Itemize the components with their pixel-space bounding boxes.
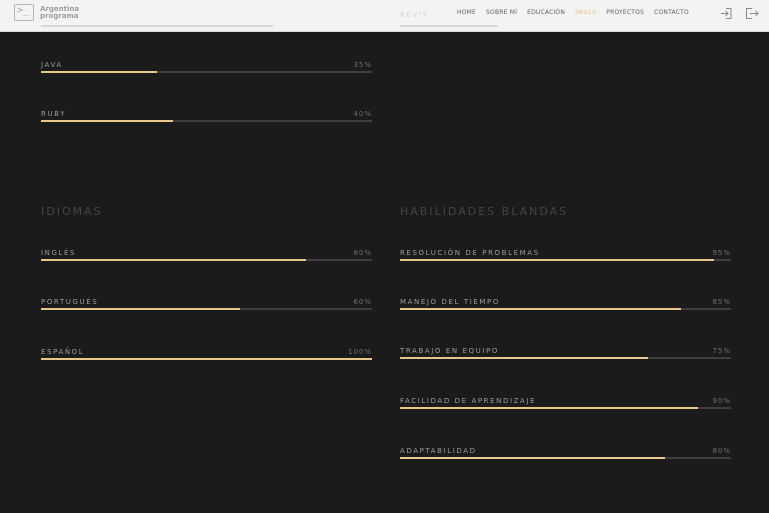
skill-trabajo-equipo: TRABAJO EN EQUIPO 75%: [400, 347, 731, 367]
skill-percent: 90%: [712, 397, 731, 405]
skill-track: [41, 120, 372, 122]
skill-java: JAVA 35%: [41, 61, 372, 81]
skill-label: ADAPTABILIDAD: [400, 447, 477, 455]
skill-fill: [400, 357, 649, 359]
skill-label: ESPAÑOL: [41, 348, 85, 356]
skill-track: [41, 358, 372, 360]
nav-skills[interactable]: SKILLS: [575, 9, 596, 17]
skill-percent: 60%: [353, 298, 372, 306]
skill-fill: [400, 407, 698, 409]
section-title-blandas: HABILIDADES BLANDAS: [400, 205, 569, 218]
nav-contacto[interactable]: CONTACTO: [654, 9, 689, 17]
skill-label: PORTUGUÉS: [41, 298, 99, 306]
partial-skill-bar: [400, 25, 498, 27]
skill-label: FACILIDAD DE APRENDIZAJE: [400, 397, 537, 405]
top-navbar: >_ Argentina programa HOME SOBRE MÍ EDUC…: [0, 0, 769, 32]
skill-percent: 40%: [353, 110, 372, 118]
skill-facilidad: FACILIDAD DE APRENDIZAJE 90%: [400, 397, 731, 417]
skill-track: [41, 71, 372, 73]
skill-percent: 80%: [712, 447, 731, 455]
nav-sobre-mi[interactable]: SOBRE MÍ: [486, 9, 517, 17]
skill-track: [400, 457, 731, 459]
skill-fill: [400, 457, 665, 459]
logo[interactable]: >_ Argentina programa: [14, 4, 79, 21]
partial-skill-bar: [41, 25, 273, 27]
skill-percent: 75%: [712, 347, 731, 355]
skill-portugues: PORTUGUÉS 60%: [41, 298, 372, 318]
skill-fill: [41, 71, 157, 73]
main-nav: HOME SOBRE MÍ EDUCACIÓN SKILLS PROYECTOS…: [457, 9, 699, 17]
section-title-idiomas: IDIOMAS: [41, 205, 103, 218]
skill-percent: 95%: [712, 249, 731, 257]
skill-track: [400, 357, 731, 359]
skill-fill: [400, 308, 682, 310]
skill-label: MANEJO DEL TIEMPO: [400, 298, 500, 306]
skill-label: TRABAJO EN EQUIPO: [400, 347, 499, 355]
skill-track: [400, 259, 731, 261]
nav-educacion[interactable]: EDUCACIÓN: [527, 9, 565, 17]
nav-proyectos[interactable]: PROYECTOS: [606, 9, 644, 17]
skill-label: INGLÉS: [41, 249, 77, 257]
skill-ruby: RUBY 40%: [41, 110, 372, 130]
login-icon[interactable]: [720, 7, 733, 20]
skill-fill: [41, 308, 240, 310]
skill-percent: 100%: [347, 348, 372, 356]
partial-skill-label: REVIT: [400, 11, 429, 19]
skill-ingles: INGLÉS 80%: [41, 249, 372, 269]
skill-percent: 85%: [712, 298, 731, 306]
skill-label: JAVA: [41, 61, 63, 69]
skill-resolucion: RESOLUCIÓN DE PROBLEMAS 95%: [400, 249, 731, 269]
skill-manejo-tiempo: MANEJO DEL TIEMPO 85%: [400, 298, 731, 318]
terminal-icon: >_: [14, 4, 34, 21]
skill-label: RESOLUCIÓN DE PROBLEMAS: [400, 249, 540, 257]
skill-fill: [41, 358, 372, 360]
logout-icon[interactable]: [745, 7, 759, 20]
skill-track: [400, 407, 731, 409]
skill-track: [41, 308, 372, 310]
skill-track: [41, 259, 372, 261]
skill-fill: [41, 120, 174, 122]
skill-fill: [41, 259, 306, 261]
skill-espanol: ESPAÑOL 100%: [41, 348, 372, 368]
skill-percent: 35%: [353, 61, 372, 69]
skill-percent: 80%: [353, 249, 372, 257]
nav-home[interactable]: HOME: [457, 9, 476, 17]
skill-adaptabilidad: ADAPTABILIDAD 80%: [400, 447, 731, 467]
skill-label: RUBY: [41, 110, 67, 118]
logo-line2: programa: [40, 11, 79, 20]
skill-track: [400, 308, 731, 310]
skill-fill: [400, 259, 715, 261]
